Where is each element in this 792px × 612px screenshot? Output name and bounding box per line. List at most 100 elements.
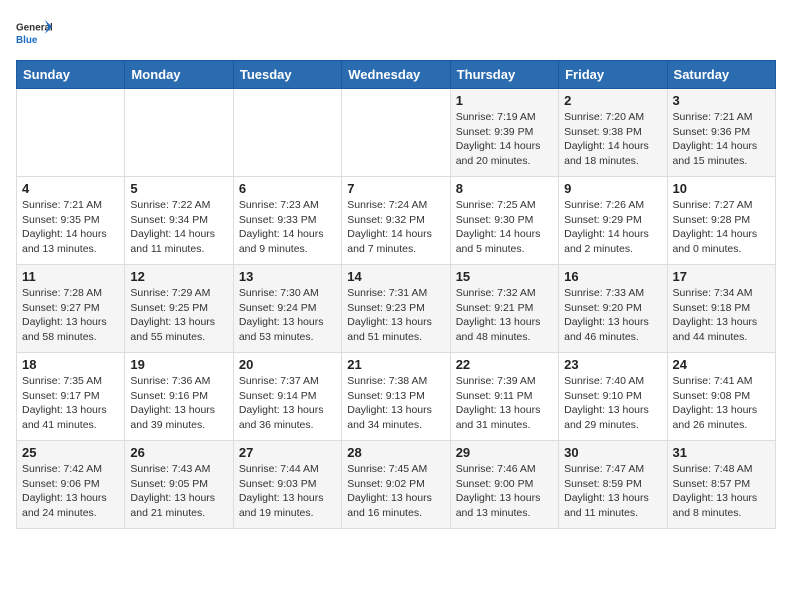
- calendar-cell: 16 Sunrise: 7:33 AM Sunset: 9:20 PM Dayli…: [559, 265, 667, 353]
- calendar-cell: [125, 89, 233, 177]
- calendar-week-row: 25 Sunrise: 7:42 AM Sunset: 9:06 PM Dayli…: [17, 441, 776, 529]
- day-info: Sunrise: 7:29 AM Sunset: 9:25 PM Dayligh…: [130, 286, 227, 345]
- day-info: Sunrise: 7:31 AM Sunset: 9:23 PM Dayligh…: [347, 286, 444, 345]
- calendar-cell: 8Sunrise: 7:25 AM Sunset: 9:30 PM Daylig…: [450, 177, 558, 265]
- col-header-friday: Friday: [559, 61, 667, 89]
- day-number: 28: [347, 445, 444, 460]
- col-header-tuesday: Tuesday: [233, 61, 341, 89]
- day-info: Sunrise: 7:30 AM Sunset: 9:24 PM Dayligh…: [239, 286, 336, 345]
- day-number: 19: [130, 357, 227, 372]
- day-info: Sunrise: 7:22 AM Sunset: 9:34 PM Dayligh…: [130, 198, 227, 257]
- day-number: 13: [239, 269, 336, 284]
- day-number: 5: [130, 181, 227, 196]
- day-info: Sunrise: 7:42 AM Sunset: 9:06 PM Dayligh…: [22, 462, 119, 521]
- calendar-cell: 5 Sunrise: 7:22 AM Sunset: 9:34 PM Daylig…: [125, 177, 233, 265]
- calendar-cell: 22Sunrise: 7:39 AM Sunset: 9:11 PM Dayli…: [450, 353, 558, 441]
- calendar-cell: 26Sunrise: 7:43 AM Sunset: 9:05 PM Dayli…: [125, 441, 233, 529]
- day-number: 29: [456, 445, 553, 460]
- day-info: Sunrise: 7:21 AM Sunset: 9:36 PM Dayligh…: [673, 110, 770, 169]
- calendar-cell: 6 Sunrise: 7:23 AM Sunset: 9:33 PM Daylig…: [233, 177, 341, 265]
- calendar-cell: [342, 89, 450, 177]
- calendar-week-row: 11 Sunrise: 7:28 AM Sunset: 9:27 PM Dayli…: [17, 265, 776, 353]
- col-header-saturday: Saturday: [667, 61, 775, 89]
- calendar-cell: 11 Sunrise: 7:28 AM Sunset: 9:27 PM Dayli…: [17, 265, 125, 353]
- calendar-cell: 10Sunrise: 7:27 AM Sunset: 9:28 PM Dayli…: [667, 177, 775, 265]
- day-info: Sunrise: 7:37 AM Sunset: 9:14 PM Dayligh…: [239, 374, 336, 433]
- calendar-table: SundayMondayTuesdayWednesdayThursdayFrid…: [16, 60, 776, 529]
- day-info: Sunrise: 7:48 AM Sunset: 8:57 PM Dayligh…: [673, 462, 770, 521]
- day-info: Sunrise: 7:24 AM Sunset: 9:32 PM Dayligh…: [347, 198, 444, 257]
- day-info: Sunrise: 7:26 AM Sunset: 9:29 PM Dayligh…: [564, 198, 661, 257]
- col-header-wednesday: Wednesday: [342, 61, 450, 89]
- day-number: 24: [673, 357, 770, 372]
- day-info: Sunrise: 7:25 AM Sunset: 9:30 PM Dayligh…: [456, 198, 553, 257]
- day-info: Sunrise: 7:32 AM Sunset: 9:21 PM Dayligh…: [456, 286, 553, 345]
- calendar-cell: 9 Sunrise: 7:26 AM Sunset: 9:29 PM Daylig…: [559, 177, 667, 265]
- svg-text:Blue: Blue: [16, 35, 38, 46]
- day-number: 11: [22, 269, 119, 284]
- day-info: Sunrise: 7:27 AM Sunset: 9:28 PM Dayligh…: [673, 198, 770, 257]
- col-header-sunday: Sunday: [17, 61, 125, 89]
- day-number: 4: [22, 181, 119, 196]
- calendar-cell: 17Sunrise: 7:34 AM Sunset: 9:18 PM Dayli…: [667, 265, 775, 353]
- day-number: 7: [347, 181, 444, 196]
- calendar-cell: 18 Sunrise: 7:35 AM Sunset: 9:17 PM Dayli…: [17, 353, 125, 441]
- calendar-cell: 2 Sunrise: 7:20 AM Sunset: 9:38 PM Daylig…: [559, 89, 667, 177]
- day-number: 27: [239, 445, 336, 460]
- day-number: 15: [456, 269, 553, 284]
- day-number: 3: [673, 93, 770, 108]
- day-number: 1: [456, 93, 553, 108]
- calendar-cell: 20 Sunrise: 7:37 AM Sunset: 9:14 PM Dayli…: [233, 353, 341, 441]
- day-number: 12: [130, 269, 227, 284]
- day-info: Sunrise: 7:34 AM Sunset: 9:18 PM Dayligh…: [673, 286, 770, 345]
- day-info: Sunrise: 7:20 AM Sunset: 9:38 PM Dayligh…: [564, 110, 661, 169]
- calendar-cell: 14Sunrise: 7:31 AM Sunset: 9:23 PM Dayli…: [342, 265, 450, 353]
- calendar-cell: 1 Sunrise: 7:19 AM Sunset: 9:39 PM Daylig…: [450, 89, 558, 177]
- calendar-week-row: 18 Sunrise: 7:35 AM Sunset: 9:17 PM Dayli…: [17, 353, 776, 441]
- day-info: Sunrise: 7:33 AM Sunset: 9:20 PM Dayligh…: [564, 286, 661, 345]
- calendar-cell: 12 Sunrise: 7:29 AM Sunset: 9:25 PM Dayli…: [125, 265, 233, 353]
- calendar-cell: [233, 89, 341, 177]
- day-number: 22: [456, 357, 553, 372]
- calendar-week-row: 1 Sunrise: 7:19 AM Sunset: 9:39 PM Daylig…: [17, 89, 776, 177]
- day-number: 6: [239, 181, 336, 196]
- day-number: 18: [22, 357, 119, 372]
- calendar-cell: 13 Sunrise: 7:30 AM Sunset: 9:24 PM Dayli…: [233, 265, 341, 353]
- day-info: Sunrise: 7:35 AM Sunset: 9:17 PM Dayligh…: [22, 374, 119, 433]
- day-info: Sunrise: 7:41 AM Sunset: 9:08 PM Dayligh…: [673, 374, 770, 433]
- calendar-cell: 4Sunrise: 7:21 AM Sunset: 9:35 PM Daylig…: [17, 177, 125, 265]
- calendar-cell: 24 Sunrise: 7:41 AM Sunset: 9:08 PM Dayli…: [667, 353, 775, 441]
- day-number: 20: [239, 357, 336, 372]
- day-number: 2: [564, 93, 661, 108]
- day-number: 16: [564, 269, 661, 284]
- day-info: Sunrise: 7:23 AM Sunset: 9:33 PM Dayligh…: [239, 198, 336, 257]
- day-info: Sunrise: 7:19 AM Sunset: 9:39 PM Dayligh…: [456, 110, 553, 169]
- day-info: Sunrise: 7:46 AM Sunset: 9:00 PM Dayligh…: [456, 462, 553, 521]
- calendar-cell: 21Sunrise: 7:38 AM Sunset: 9:13 PM Dayli…: [342, 353, 450, 441]
- calendar-cell: 15 Sunrise: 7:32 AM Sunset: 9:21 PM Dayli…: [450, 265, 558, 353]
- calendar-cell: 25 Sunrise: 7:42 AM Sunset: 9:06 PM Dayli…: [17, 441, 125, 529]
- calendar-cell: 7 Sunrise: 7:24 AM Sunset: 9:32 PM Daylig…: [342, 177, 450, 265]
- calendar-cell: 29 Sunrise: 7:46 AM Sunset: 9:00 PM Dayli…: [450, 441, 558, 529]
- logo: General Blue: [16, 16, 52, 52]
- day-number: 23: [564, 357, 661, 372]
- day-info: Sunrise: 7:36 AM Sunset: 9:16 PM Dayligh…: [130, 374, 227, 433]
- logo-icon: General Blue: [16, 16, 52, 52]
- col-header-monday: Monday: [125, 61, 233, 89]
- day-number: 31: [673, 445, 770, 460]
- calendar-cell: 30 Sunrise: 7:47 AM Sunset: 8:59 PM Dayli…: [559, 441, 667, 529]
- day-info: Sunrise: 7:28 AM Sunset: 9:27 PM Dayligh…: [22, 286, 119, 345]
- day-number: 25: [22, 445, 119, 460]
- header: General Blue: [16, 16, 776, 52]
- calendar-cell: 27Sunrise: 7:44 AM Sunset: 9:03 PM Dayli…: [233, 441, 341, 529]
- calendar-cell: 28 Sunrise: 7:45 AM Sunset: 9:02 PM Dayli…: [342, 441, 450, 529]
- day-info: Sunrise: 7:45 AM Sunset: 9:02 PM Dayligh…: [347, 462, 444, 521]
- day-number: 30: [564, 445, 661, 460]
- day-number: 21: [347, 357, 444, 372]
- day-number: 26: [130, 445, 227, 460]
- day-number: 9: [564, 181, 661, 196]
- calendar-cell: 31 Sunrise: 7:48 AM Sunset: 8:57 PM Dayli…: [667, 441, 775, 529]
- calendar-cell: [17, 89, 125, 177]
- day-info: Sunrise: 7:47 AM Sunset: 8:59 PM Dayligh…: [564, 462, 661, 521]
- calendar-week-row: 4Sunrise: 7:21 AM Sunset: 9:35 PM Daylig…: [17, 177, 776, 265]
